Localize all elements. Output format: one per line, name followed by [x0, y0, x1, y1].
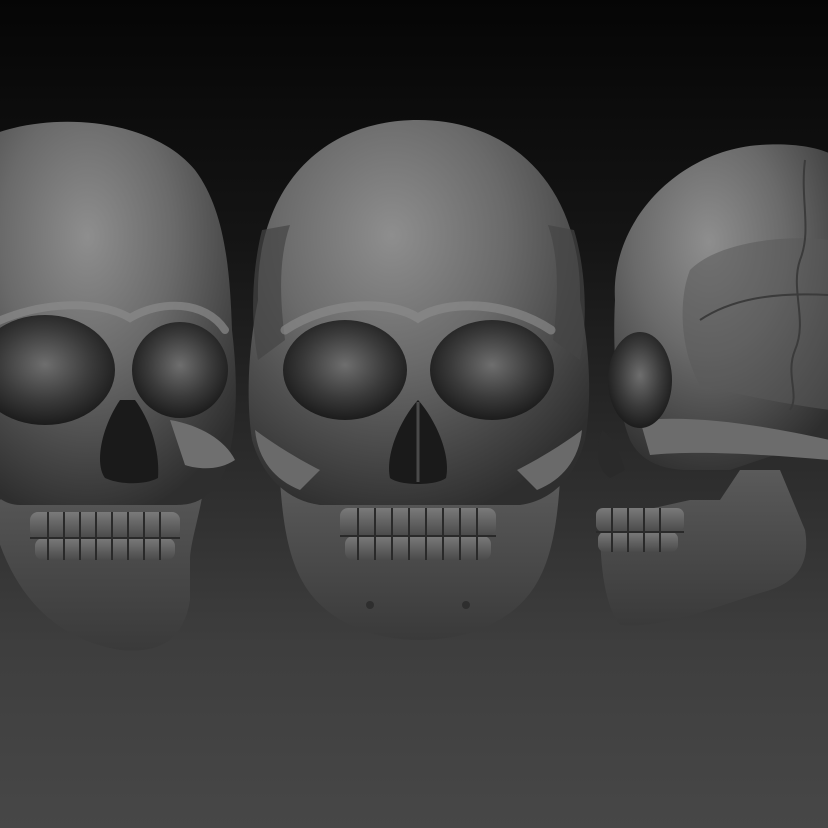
right-eye-socket [608, 332, 672, 428]
right-nasal-region [598, 430, 625, 478]
skull-side-view [596, 144, 828, 626]
center-teeth-lower [345, 536, 491, 560]
skull-front-view [248, 120, 590, 640]
left-teeth-upper [30, 512, 180, 538]
center-eye-socket-right [430, 320, 554, 420]
left-eye-socket-b [132, 322, 228, 418]
right-teeth-lower [598, 532, 678, 552]
render-canvas [0, 0, 828, 828]
left-teeth-lower [35, 538, 175, 560]
skull-scene [0, 120, 828, 651]
right-teeth-upper [596, 508, 684, 532]
center-teeth-upper [340, 508, 496, 536]
skull-three-quarter-view [0, 121, 236, 651]
center-eye-socket-left [283, 320, 407, 420]
right-temporal-plate [682, 238, 828, 410]
